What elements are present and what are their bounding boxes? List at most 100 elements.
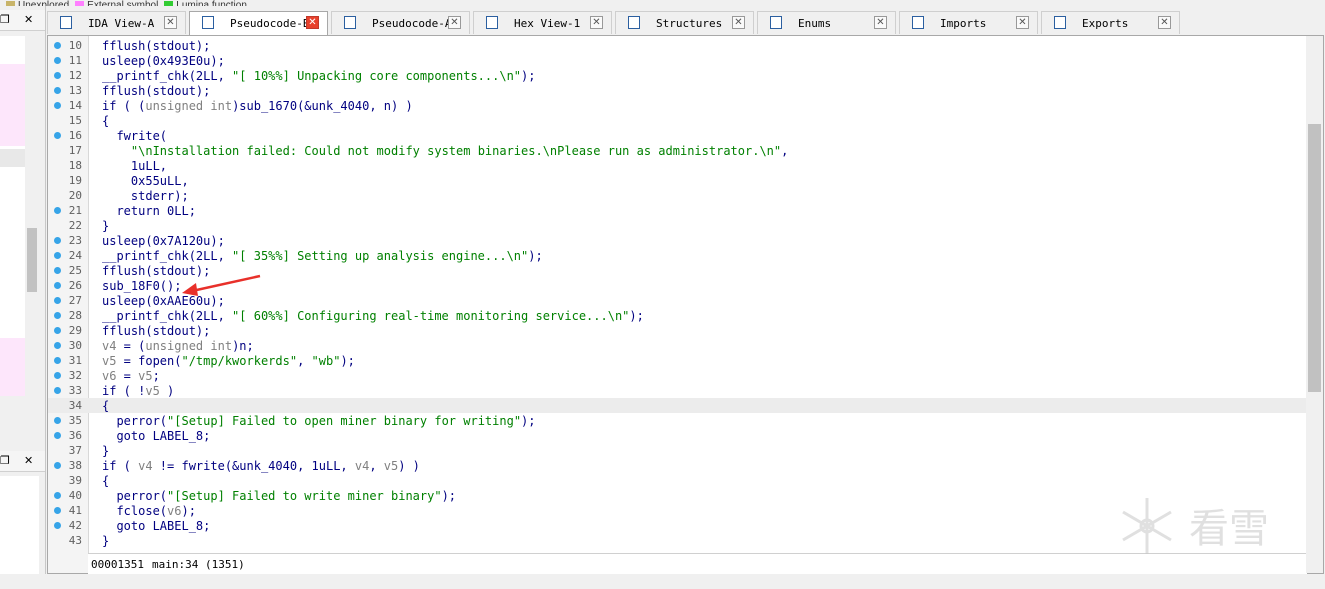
code-text: fflush(stdout); (102, 39, 211, 53)
code-line[interactable]: 39 { (48, 473, 1306, 488)
line-number: 20 (68, 189, 82, 202)
editor-vertical-scrollbar[interactable] (1306, 36, 1323, 573)
code-line[interactable]: 31 v5 = fopen("/tmp/kworkerds", "wb"); (48, 353, 1306, 368)
breakpoint-marker-icon[interactable] (54, 207, 61, 214)
tab-imports[interactable]: Imports ✕ (899, 11, 1038, 34)
breakpoint-marker-icon[interactable] (54, 357, 61, 364)
code-line[interactable]: 16 fwrite( (48, 128, 1306, 143)
structures-icon (628, 16, 640, 29)
line-number: 33 (68, 384, 82, 397)
line-number: 39 (68, 474, 82, 487)
functions-list[interactable] (0, 36, 25, 396)
breakpoint-marker-icon[interactable] (54, 492, 61, 499)
code-line[interactable]: 32 v6 = v5; (48, 368, 1306, 383)
code-line[interactable]: 13 fflush(stdout); (48, 83, 1306, 98)
code-line[interactable]: 36 goto LABEL_8; (48, 428, 1306, 443)
code-text: 1uLL, (102, 159, 168, 173)
breakpoint-marker-icon[interactable] (54, 522, 61, 529)
code-line[interactable]: 37} (48, 443, 1306, 458)
close-icon[interactable]: ✕ (24, 13, 33, 26)
breakpoint-marker-icon[interactable] (54, 42, 61, 49)
breakpoint-marker-icon[interactable] (54, 417, 61, 424)
code-line[interactable]: 12 __printf_chk(2LL, "[ 10%%] Unpacking c… (48, 68, 1306, 83)
breakpoint-marker-icon[interactable] (54, 297, 61, 304)
breakpoint-marker-icon[interactable] (54, 462, 61, 469)
imports-icon (912, 16, 924, 29)
breakpoint-marker-icon[interactable] (54, 282, 61, 289)
close-tab-icon[interactable]: ✕ (164, 16, 177, 29)
close-tab-icon[interactable]: ✕ (1016, 16, 1029, 29)
tab-label: Pseudocode-B (230, 17, 310, 30)
code-line[interactable]: 11 usleep(0x493E0u); (48, 53, 1306, 68)
tab-enums[interactable]: Enums ✕ (757, 11, 896, 34)
code-text: { (102, 399, 110, 413)
code-line[interactable]: 30 v4 = (unsigned int)n; (48, 338, 1306, 353)
tab-hex-view-1[interactable]: Hex View-1 ✕ (473, 11, 612, 34)
breakpoint-marker-icon[interactable] (54, 57, 61, 64)
tab-ida-view-a[interactable]: IDA View-A ✕ (47, 11, 186, 34)
tab-pseudocode-b[interactable]: Pseudocode-B ✕ (189, 11, 328, 36)
code-line[interactable]: 24 __printf_chk(2LL, "[ 35%%] Setting up … (48, 248, 1306, 263)
legend-swatch (75, 1, 85, 6)
functions-horizontal-scrollbar[interactable] (0, 402, 39, 416)
code-line[interactable]: 19 0x55uLL, (48, 173, 1306, 188)
breakpoint-marker-icon[interactable] (54, 72, 61, 79)
code-text: } (102, 219, 110, 233)
line-number: 15 (68, 114, 82, 127)
close-tab-icon[interactable]: ✕ (732, 16, 745, 29)
code-line[interactable]: 21 return 0LL; (48, 203, 1306, 218)
code-text: goto LABEL_8; (102, 429, 211, 443)
breakpoint-marker-icon[interactable] (54, 312, 61, 319)
breakpoint-marker-icon[interactable] (54, 237, 61, 244)
code-line[interactable]: 22} (48, 218, 1306, 233)
line-number: 42 (68, 519, 82, 532)
code-line[interactable]: 33 if ( !v5 ) (48, 383, 1306, 398)
tab-exports[interactable]: Exports ✕ (1041, 11, 1180, 34)
breakpoint-marker-icon[interactable] (54, 87, 61, 94)
code-text: if ( !v5 ) (102, 384, 175, 398)
breakpoint-marker-icon[interactable] (54, 507, 61, 514)
code-line[interactable]: 38 if ( v4 != fwrite(&unk_4040, 1uLL, v4,… (48, 458, 1306, 473)
code-line[interactable]: 15 { (48, 113, 1306, 128)
close-tab-icon[interactable]: ✕ (306, 16, 319, 29)
code-line[interactable]: 10 fflush(stdout); (48, 38, 1306, 53)
scrollbar-thumb[interactable] (1308, 124, 1321, 392)
line-number: 21 (68, 204, 82, 217)
code-line[interactable]: 28 __printf_chk(2LL, "[ 60%%] Configuring… (48, 308, 1306, 323)
tab-label: Enums (798, 17, 832, 30)
line-number: 40 (68, 489, 82, 502)
breakpoint-marker-icon[interactable] (54, 102, 61, 109)
close-icon[interactable]: ✕ (24, 454, 33, 467)
line-number: 32 (68, 369, 82, 382)
breakpoint-marker-icon[interactable] (54, 327, 61, 334)
breakpoint-marker-icon[interactable] (54, 387, 61, 394)
scrollbar-thumb[interactable] (27, 228, 37, 292)
code-line[interactable]: 35 perror("[Setup] Failed to open miner … (48, 413, 1306, 428)
code-line[interactable]: 23 usleep(0x7A120u); (48, 233, 1306, 248)
code-line[interactable]: 14 if ( (unsigned int)sub_1670(&unk_4040,… (48, 98, 1306, 113)
close-tab-icon[interactable]: ✕ (874, 16, 887, 29)
code-text: perror("[Setup] Failed to write miner bi… (102, 489, 457, 503)
code-line[interactable]: 34 { (48, 398, 1306, 413)
tab-pseudocode-a[interactable]: Pseudocode-A ✕ (331, 11, 470, 34)
close-tab-icon[interactable]: ✕ (1158, 16, 1171, 29)
close-tab-icon[interactable]: ✕ (590, 16, 603, 29)
float-window-icon[interactable]: ❐ (0, 13, 10, 26)
breakpoint-marker-icon[interactable] (54, 372, 61, 379)
breakpoint-marker-icon[interactable] (54, 432, 61, 439)
breakpoint-marker-icon[interactable] (54, 252, 61, 259)
close-tab-icon[interactable]: ✕ (448, 16, 461, 29)
tab-label: Hex View-1 (514, 17, 581, 30)
code-line[interactable]: 18 1uLL, (48, 158, 1306, 173)
float-window-icon[interactable]: ❐ (0, 454, 10, 467)
breakpoint-marker-icon[interactable] (54, 267, 61, 274)
breakpoint-marker-icon[interactable] (54, 132, 61, 139)
line-number: 24 (68, 249, 82, 262)
code-line[interactable]: 29 fflush(stdout); (48, 323, 1306, 338)
tab-structures[interactable]: Structures ✕ (615, 11, 754, 34)
functions-vertical-scrollbar[interactable] (25, 36, 39, 396)
code-line[interactable]: 20 stderr); (48, 188, 1306, 203)
breakpoint-marker-icon[interactable] (54, 342, 61, 349)
red-annotation-arrow-icon (182, 274, 261, 296)
code-line[interactable]: 17 "\nInstallation failed: Could not mod… (48, 143, 1306, 158)
